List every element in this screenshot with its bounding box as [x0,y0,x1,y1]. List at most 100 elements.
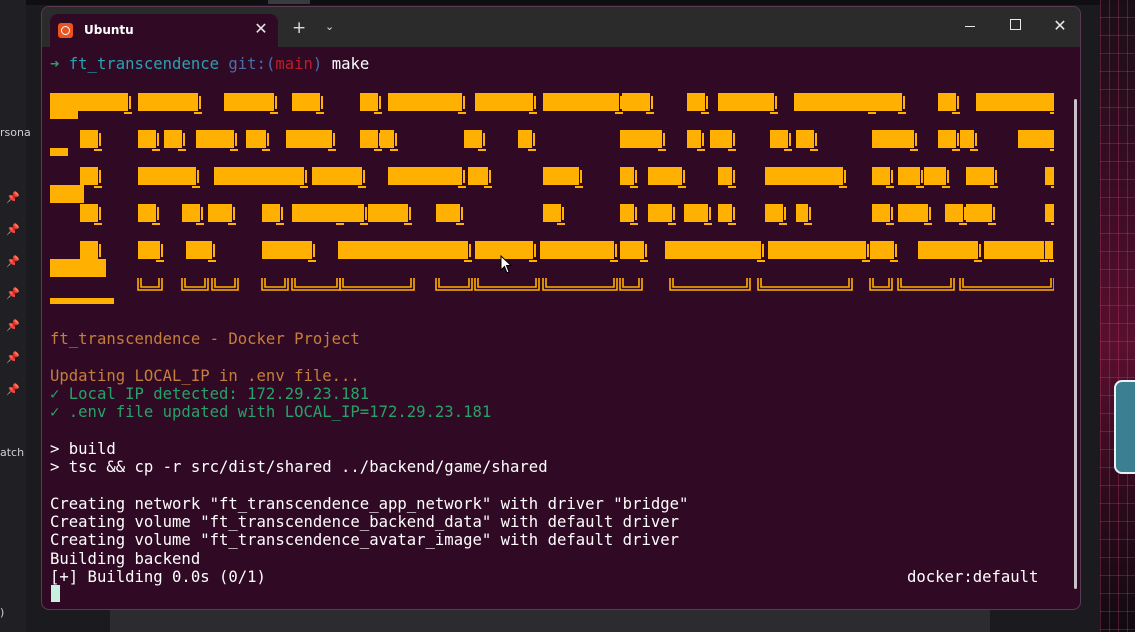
title-bar[interactable]: Ubuntu ✕ + ⌄ ✕ [42,7,1080,47]
terminal-window[interactable]: Ubuntu ✕ + ⌄ ✕ ➜ ft_transcendence git:(m… [41,6,1081,610]
pin-icon[interactable]: 📌 [6,288,20,300]
banner-outline [291,278,341,291]
banner-outline [959,278,1054,291]
volume-line: Creating volume "ft_transcendence_backen… [50,513,680,531]
banner-outline [339,278,415,291]
banner-block [196,130,234,148]
mouse-pointer-icon [500,255,512,274]
minimize-button[interactable] [955,16,985,36]
banner-block [938,93,956,111]
banner-block [794,93,872,111]
env-updated-line: ✓ .env file updated with LOCAL_IP=172.29… [50,403,492,421]
banner-block [80,241,98,259]
banner-block [543,167,579,185]
terminal-content[interactable]: ➜ ft_transcendence git:(main) make ft_tr… [42,47,1080,609]
banner-outline [474,278,540,291]
background-window-bottom [110,610,990,632]
terminal-scrollbar[interactable] [1074,99,1077,589]
banner-block [292,204,340,222]
ip-detected-line: ✓ Local IP detected: 172.29.23.181 [50,385,370,403]
maximize-icon [1009,19,1021,30]
banner-block [468,167,488,185]
banner-outline [137,278,163,291]
maximize-button[interactable] [1000,16,1030,36]
banner-block [50,111,78,119]
banner-block [50,148,68,156]
banner-block [960,130,974,148]
pin-icon[interactable]: 📌 [6,192,20,204]
banner-outline [869,278,893,291]
banner-block [924,167,946,185]
banner-block [138,93,198,111]
pin-icon[interactable]: 📌 [6,384,20,396]
new-tab-button[interactable]: + [292,19,306,37]
tsc-line: > tsc && cp -r src/dist/shared ../backen… [50,458,548,476]
banner-block [765,204,783,222]
volume-line: Creating volume "ft_transcendence_avatar… [50,531,680,549]
banner-block [138,130,156,148]
banner-outline [211,278,239,291]
wallpaper-grid [1100,0,1135,632]
banner-block [50,259,106,277]
banner-outline [435,278,473,291]
banner-block [436,204,460,222]
banner-block [718,167,732,185]
banner-block [360,130,378,148]
banner-block [208,204,232,222]
background-text-fragment: rsona [0,126,31,139]
banner-block [50,298,114,304]
banner-block [898,204,928,222]
building-backend-line: Building backend [50,550,201,568]
banner-block [164,130,182,148]
banner-block [380,130,394,148]
banner-block [898,167,920,185]
pin-icon[interactable]: 📌 [6,224,20,236]
prompt-git-label: git:( [228,55,276,73]
building-progress-line: [+] Building 0.0s (0/1) [50,568,266,586]
banner-block [80,130,98,148]
banner-block [620,241,644,259]
docker-context-label: docker:default [907,568,1039,586]
banner-block [80,167,98,185]
banner-block [796,204,808,222]
taskbar-segment [268,0,310,4]
banner-block [718,93,774,111]
tab-dropdown-icon[interactable]: ⌄ [325,20,334,33]
banner-block [540,241,614,259]
banner-outline [619,278,643,291]
banner-block [976,93,1054,111]
banner-block [665,241,761,259]
banner-block [360,93,378,111]
close-window-button[interactable]: ✕ [1045,16,1075,36]
banner-block [966,204,992,222]
background-text-fragment: ) [0,606,5,619]
banner-block [388,167,462,185]
banner-block [684,204,708,222]
banner-block [186,241,212,259]
pin-icon[interactable]: 📌 [6,352,20,364]
banner-block [718,204,732,222]
terminal-cursor [51,585,60,602]
banner-block [388,93,462,111]
background-app-left: rsona 📌 📌 📌 📌 📌 📌 📌 atch ) [0,0,31,632]
banner-block [648,204,672,222]
banner-block [870,241,894,259]
ascii-art-banner [50,93,1054,311]
banner-block [464,130,482,148]
prompt-git-close: ) [312,55,323,73]
banner-outline [757,278,853,291]
banner-block [687,93,705,111]
tab-ubuntu[interactable]: Ubuntu ✕ [50,14,278,47]
network-line: Creating network "ft_transcendence_app_n… [50,495,689,513]
desktop-top-strip [0,0,1135,5]
ubuntu-logo-icon [58,23,73,38]
banner-outline [897,278,955,291]
banner-block [80,204,98,222]
close-tab-icon[interactable]: ✕ [252,20,270,38]
pin-icon[interactable]: 📌 [6,320,20,332]
banner-block [872,167,890,185]
pin-icon[interactable]: 📌 [6,256,20,268]
banner-block [687,130,701,148]
banner-block [475,93,533,111]
prompt-branch: main [275,55,313,73]
